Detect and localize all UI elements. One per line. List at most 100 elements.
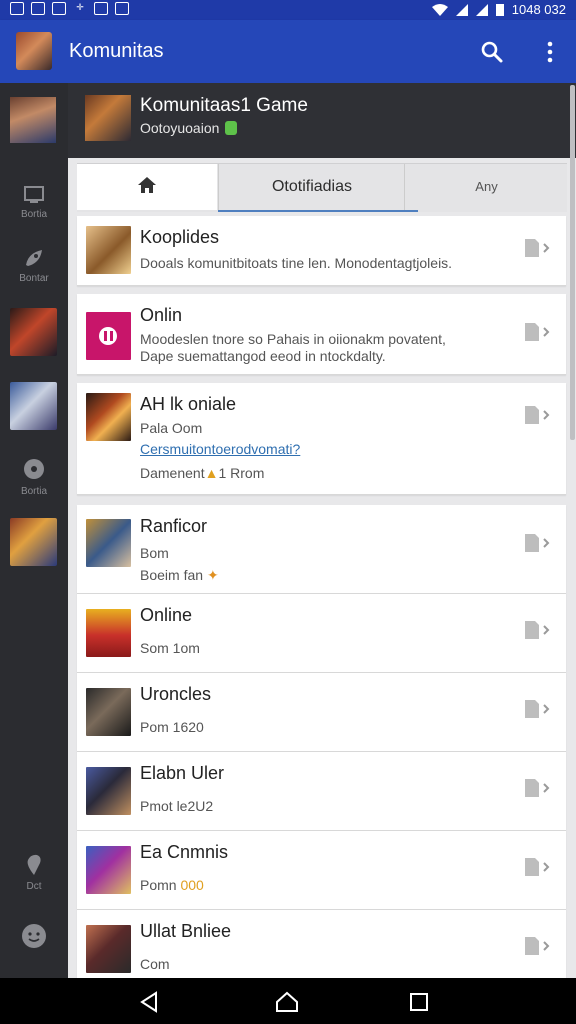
document-chevron-icon[interactable] [523,699,551,719]
avatar [86,767,131,815]
app-logo-icon [99,327,117,345]
avatar [86,688,131,736]
list-item[interactable]: Onlin Moodeslen tnore so Pahais in oiion… [77,294,566,375]
item-text: Damenent▲1 Rrom [140,465,265,481]
home-icon [138,177,156,193]
app-avatar[interactable] [16,32,52,70]
document-chevron-icon[interactable] [523,778,551,798]
sidebar-item-label: Dct [26,881,42,892]
sidebar-item-label: Bortia [20,486,48,497]
status-bar: ✛ 1048 032 [0,0,576,20]
document-chevron-icon[interactable] [523,936,551,956]
more-vertical-icon[interactable] [538,40,562,64]
item-text: Bom [140,545,169,561]
item-text: Pala Oom [140,420,203,436]
monitor-icon [24,186,44,203]
signal-icon [475,3,488,16]
notification-icon [115,2,129,15]
status-icons-right: 1048 032 [431,2,566,17]
item-text: Dape suemattangod eeod in ntockdalty. [140,348,386,364]
battery-icon [495,4,504,16]
avatar [86,393,131,441]
game-thumbnail [85,95,131,141]
game-subtitle: Ootoyuoaion [140,120,238,136]
tab-home[interactable] [77,164,217,210]
app-bar: Komunitas [0,20,576,83]
status-icons-left: ✛ [10,2,129,15]
list-item[interactable]: Ea Cnmnis Pomn 000 [77,831,566,910]
sidebar-item-label: Bontar [19,273,49,284]
avatar [86,226,131,274]
list-item[interactable]: Ranficor Bom Boeim fan ✦ [77,505,566,594]
item-title: Onlin [140,305,183,325]
back-icon[interactable] [138,991,160,1013]
item-text: Moodeslen tnore so Pahais in oiionakm po… [140,331,446,347]
avatar [86,925,131,973]
search-icon[interactable] [480,40,504,64]
item-title: AH lk oniale [140,394,237,414]
item-text: Boeim fan ✦ [140,567,219,583]
avatar [86,312,131,360]
notification-icon [52,2,66,15]
tab-any[interactable]: Any [404,164,568,210]
document-chevron-icon[interactable] [523,533,551,553]
recents-icon[interactable] [410,993,428,1011]
tab-bar: Ototifiadias Any [77,163,567,212]
sidebar-game-thumbnail[interactable] [10,308,57,356]
item-text: Com [140,956,170,972]
item-text: Pom 1620 [140,719,204,735]
notification-icon [31,2,45,15]
item-text: Som 1om [140,640,200,656]
list-item[interactable]: AH lk oniale Pala Oom Cersmuitontoerodvo… [77,383,566,495]
warning-icon: ▲ [204,465,219,481]
avatar [86,519,131,567]
item-title: Ranficor [140,516,208,536]
scrollbar[interactable] [570,85,575,440]
document-chevron-icon[interactable] [523,322,551,342]
online-status-icon [225,121,238,135]
app-title: Komunitas [69,40,164,62]
item-title: Ullat Bnliee [140,921,232,941]
game-header: Komunitaas1 Game Ootoyuoaion [68,83,576,158]
sidebar-item-label: Bortia [20,209,48,220]
notification-icon [94,2,108,15]
emoji-icon [22,924,46,948]
chat-bubble-icon [24,459,44,479]
sidebar-item-bontar[interactable]: Bontar [0,247,68,284]
list-item[interactable]: Kooplides Dooals komunitbitoats tine len… [77,216,566,286]
sidebar-item-bortia[interactable]: Bortia [0,185,68,220]
main-panel: Komunitaas1 Game Ootoyuoaion Ototifiadia… [68,83,576,979]
document-chevron-icon[interactable] [523,405,551,425]
sidebar-item-bortia-chat[interactable]: Bortia [0,458,68,497]
notification-icon [10,2,24,15]
location-pin-icon [27,854,41,875]
notification-icon: ✛ [76,2,84,12]
wifi-icon [431,3,448,16]
document-chevron-icon[interactable] [523,238,551,258]
item-title: Elabn Uler [140,763,225,783]
navigation-bar [0,978,576,1024]
home-icon[interactable] [275,991,299,1013]
profile-avatar[interactable] [10,97,56,143]
sidebar-item-dct[interactable]: Dct [0,853,68,892]
item-text: Dooals komunitbitoats tine len. Monodent… [140,255,453,271]
document-chevron-icon[interactable] [523,857,551,877]
tab-indicator [218,210,418,212]
sidebar-game-thumbnail[interactable] [10,382,57,430]
item-title: Online [140,605,193,625]
item-title: Ea Cnmnis [140,842,229,862]
list-item[interactable]: Uroncles Pom 1620 [77,673,566,752]
item-title: Kooplides [140,227,220,247]
avatar [86,846,131,894]
list-item[interactable]: Elabn Uler Pmot le2U2 [77,752,566,831]
sidebar-game-thumbnail[interactable] [10,518,57,566]
document-chevron-icon[interactable] [523,620,551,640]
tab-notifications[interactable]: Ototifiadias [218,164,405,210]
sidebar-item-emoji[interactable] [0,923,68,953]
list-item[interactable]: Ullat Bnliee Com [77,910,566,979]
list-item[interactable]: Online Som 1om [77,594,566,673]
game-title: Komunitaas1 Game [140,95,308,116]
item-link[interactable]: Cersmuitontoerodvomati? [140,441,300,457]
item-text: Pomn 000 [140,877,204,893]
avatar [86,609,131,657]
